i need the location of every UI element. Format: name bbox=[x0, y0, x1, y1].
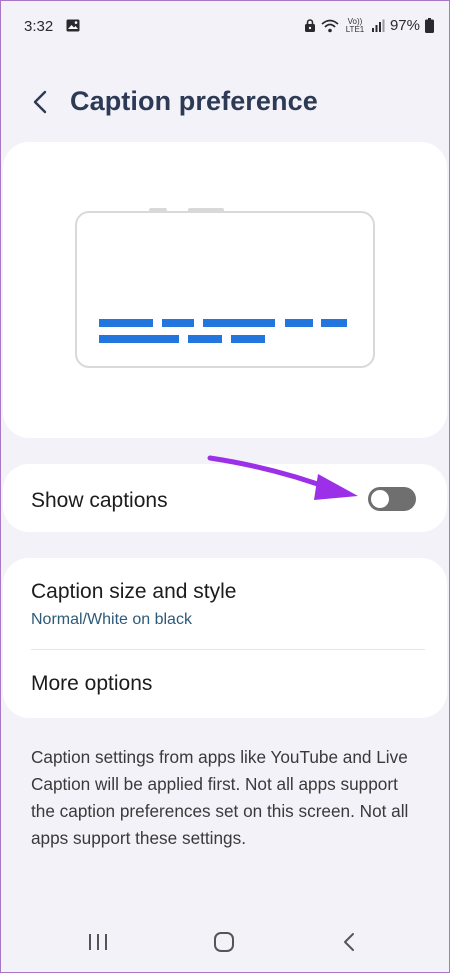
caption-size-style-row[interactable]: Caption size and style Normal/White on b… bbox=[3, 558, 447, 649]
battery-percent: 97% bbox=[389, 17, 420, 34]
caption-preview-screen bbox=[75, 211, 375, 368]
preview-caption-line bbox=[99, 319, 153, 327]
preview-caption-line bbox=[285, 319, 313, 327]
back-button[interactable] bbox=[24, 84, 64, 124]
preview-caption-line bbox=[162, 319, 194, 327]
status-indicators: Vo)) LTE1 97% bbox=[304, 17, 434, 34]
chevron-left-icon bbox=[33, 90, 47, 114]
preview-caption-line bbox=[203, 319, 275, 327]
more-options-row[interactable]: More options bbox=[3, 650, 447, 718]
recent-apps-button[interactable] bbox=[76, 928, 120, 958]
caption-info-text: Caption settings from apps like YouTube … bbox=[31, 747, 409, 848]
status-time: 3:32 bbox=[24, 18, 54, 35]
preview-caption-line bbox=[188, 335, 222, 343]
signal-icon bbox=[371, 19, 385, 32]
toggle-knob bbox=[369, 488, 391, 510]
caption-preview-card bbox=[3, 142, 447, 438]
nav-back-icon bbox=[344, 933, 354, 951]
preview-caption-line bbox=[321, 319, 347, 327]
recent-apps-icon bbox=[89, 934, 107, 950]
more-options-label: More options bbox=[31, 672, 153, 695]
gallery-notification-icon bbox=[66, 19, 80, 32]
network-type-label: Vo)) LTE1 bbox=[345, 16, 365, 34]
wifi-icon bbox=[321, 19, 339, 32]
show-captions-toggle[interactable] bbox=[368, 487, 416, 511]
lock-notification-icon bbox=[304, 18, 315, 32]
battery-icon bbox=[425, 18, 434, 33]
page-title: Caption preference bbox=[70, 86, 318, 116]
preview-caption-line bbox=[99, 335, 179, 343]
caption-settings-card: Caption size and style Normal/White on b… bbox=[3, 558, 447, 718]
home-icon bbox=[214, 932, 234, 952]
caption-size-style-title: Caption size and style bbox=[31, 580, 237, 603]
preview-caption-line bbox=[231, 335, 265, 343]
home-button[interactable] bbox=[202, 928, 246, 958]
annotation-arrow-icon bbox=[207, 455, 358, 500]
show-captions-label: Show captions bbox=[31, 489, 168, 512]
status-bar: 3:32 Vo)) LTE1 97% bbox=[0, 0, 450, 56]
caption-size-style-value: Normal/White on black bbox=[31, 611, 192, 628]
nav-back-button[interactable] bbox=[328, 928, 372, 958]
